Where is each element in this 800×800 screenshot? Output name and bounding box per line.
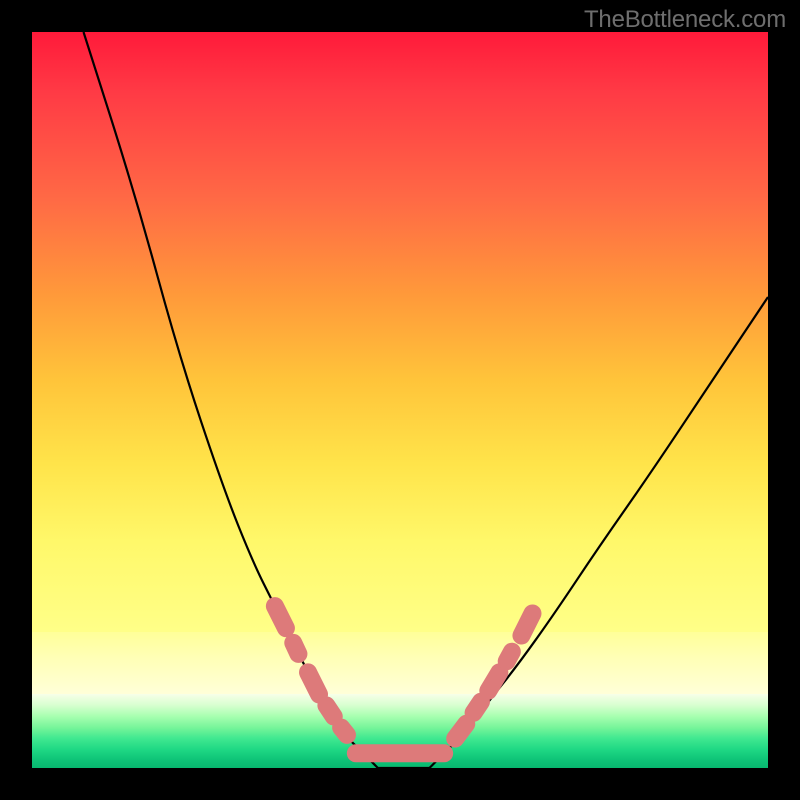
plot-area: [32, 32, 768, 768]
highlight-marker: [326, 705, 333, 716]
highlight-marker: [474, 702, 481, 713]
frame: TheBottleneck.com: [0, 0, 800, 800]
highlight-marker: [488, 672, 499, 690]
chart-svg: [32, 32, 768, 768]
highlight-marker: [275, 606, 286, 628]
highlight-marker: [455, 724, 466, 739]
highlight-marker: [308, 672, 319, 694]
watermark-text: TheBottleneck.com: [584, 6, 786, 34]
highlight-marker: [341, 728, 347, 735]
highlight-marker: [507, 652, 512, 662]
marker-group: [275, 606, 533, 753]
highlight-marker: [293, 643, 298, 654]
highlight-marker: [521, 613, 532, 635]
left-curve: [84, 32, 430, 768]
